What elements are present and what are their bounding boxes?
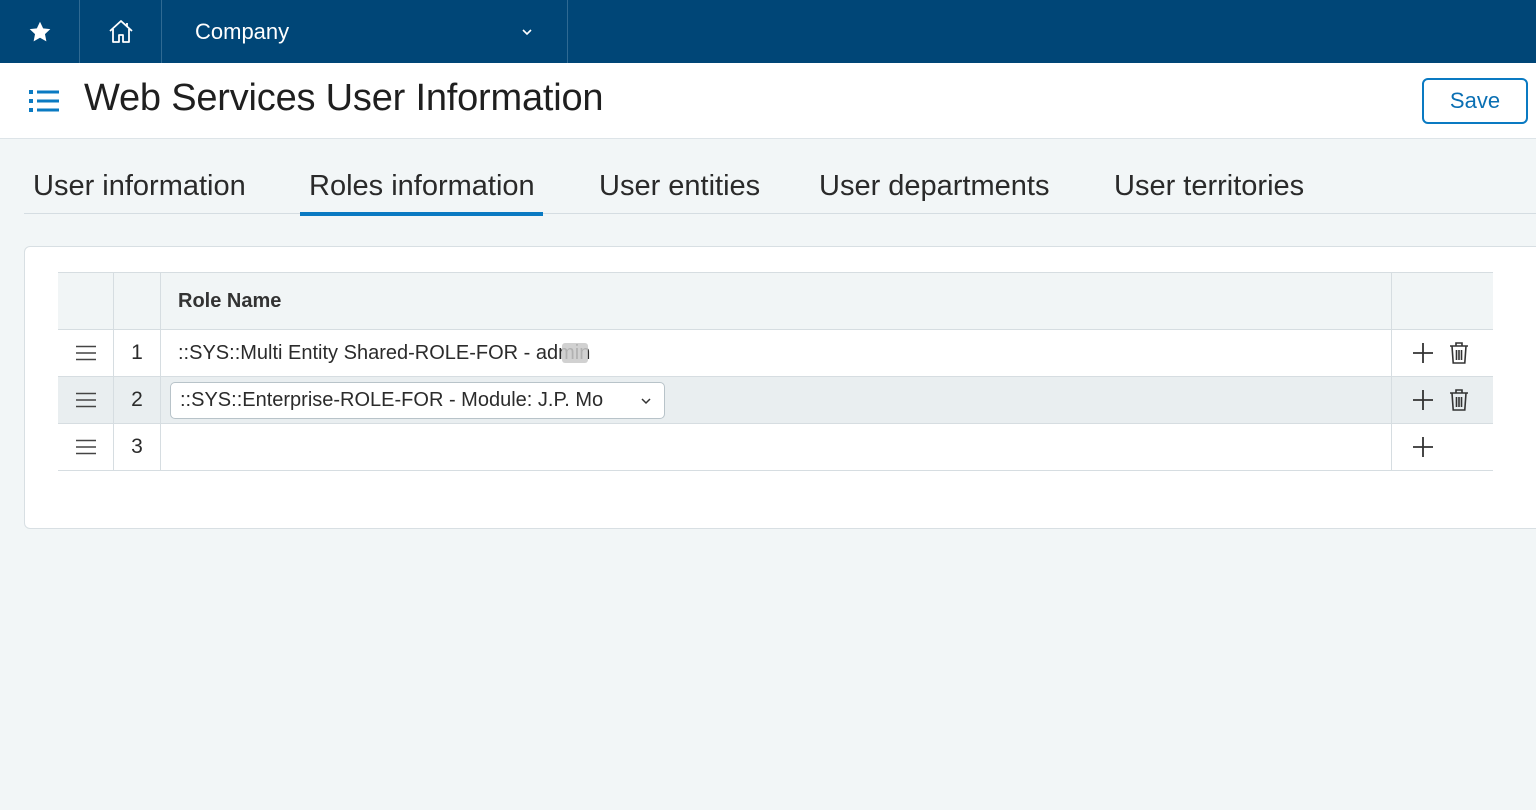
plus-icon — [1413, 343, 1433, 363]
company-label: Company — [195, 18, 290, 44]
company-dropdown[interactable]: Company — [162, 0, 568, 63]
detail-icon[interactable] — [562, 343, 589, 363]
drag-handle[interactable] — [58, 377, 114, 423]
drag-handle[interactable] — [58, 424, 114, 470]
delete-row-button[interactable] — [1446, 387, 1472, 413]
trash-icon — [1450, 389, 1468, 411]
plus-icon — [1413, 437, 1433, 457]
role-name-cell[interactable]: ::SYS::Multi Entity Shared-ROLE-FOR - ad… — [161, 330, 1392, 376]
page-title: Web Services User Information — [84, 77, 604, 119]
favorites-button[interactable] — [0, 0, 80, 63]
tab-user-information[interactable]: User information — [33, 170, 246, 203]
row-number: 1 — [114, 330, 161, 376]
home-icon — [108, 19, 133, 43]
row-number: 2 — [114, 377, 161, 423]
save-button[interactable]: Save — [1422, 78, 1528, 124]
add-row-button[interactable] — [1410, 340, 1436, 366]
tab-bar: User information Roles information User … — [24, 164, 1536, 216]
drag-handle-icon — [75, 345, 96, 361]
tab-user-territories[interactable]: User territories — [1114, 170, 1304, 203]
drag-handle-icon — [75, 392, 96, 408]
add-row-button[interactable] — [1410, 387, 1436, 413]
chevron-down-icon — [522, 28, 532, 35]
row-actions — [1392, 424, 1493, 470]
table-row: 2 ::SYS::Enterprise-ROLE-FOR - Module: J… — [58, 377, 1493, 424]
drag-column-header — [58, 273, 114, 329]
page-header: Web Services User Information Save — [0, 63, 1536, 139]
role-name-cell[interactable] — [161, 424, 1392, 470]
row-actions — [1392, 330, 1493, 376]
row-actions — [1392, 377, 1493, 423]
role-name-cell: ::SYS::Enterprise-ROLE-FOR - Module: J.P… — [161, 377, 1392, 423]
trash-icon — [1450, 342, 1468, 364]
table-row: 3 — [58, 424, 1493, 471]
top-nav-bar: Company — [0, 0, 1536, 63]
star-icon — [29, 21, 50, 41]
row-number: 3 — [114, 424, 161, 470]
actions-column-header — [1392, 273, 1493, 329]
role-name-select[interactable]: ::SYS::Enterprise-ROLE-FOR - Module: J.P… — [170, 382, 665, 419]
chevron-down-icon — [641, 397, 651, 404]
list-menu-icon[interactable] — [28, 88, 60, 114]
plus-icon — [1413, 390, 1433, 410]
table-row: 1 ::SYS::Multi Entity Shared-ROLE-FOR - … — [58, 330, 1493, 377]
role-name-column-header: Role Name — [161, 273, 1392, 329]
role-select-value: ::SYS::Enterprise-ROLE-FOR - Module: J.P… — [180, 389, 604, 411]
tab-user-entities[interactable]: User entities — [599, 170, 760, 203]
tab-user-departments[interactable]: User departments — [819, 170, 1050, 203]
drag-handle[interactable] — [58, 330, 114, 376]
delete-row-button[interactable] — [1446, 340, 1472, 366]
number-column-header — [114, 273, 161, 329]
role-name-text: ::SYS::Multi Entity Shared-ROLE-FOR - ad… — [178, 341, 591, 364]
add-row-button[interactable] — [1410, 434, 1436, 460]
tab-roles-information[interactable]: Roles information — [300, 170, 543, 216]
drag-handle-icon — [75, 439, 96, 455]
home-button[interactable] — [80, 0, 162, 63]
grid-header-row: Role Name — [58, 272, 1493, 330]
